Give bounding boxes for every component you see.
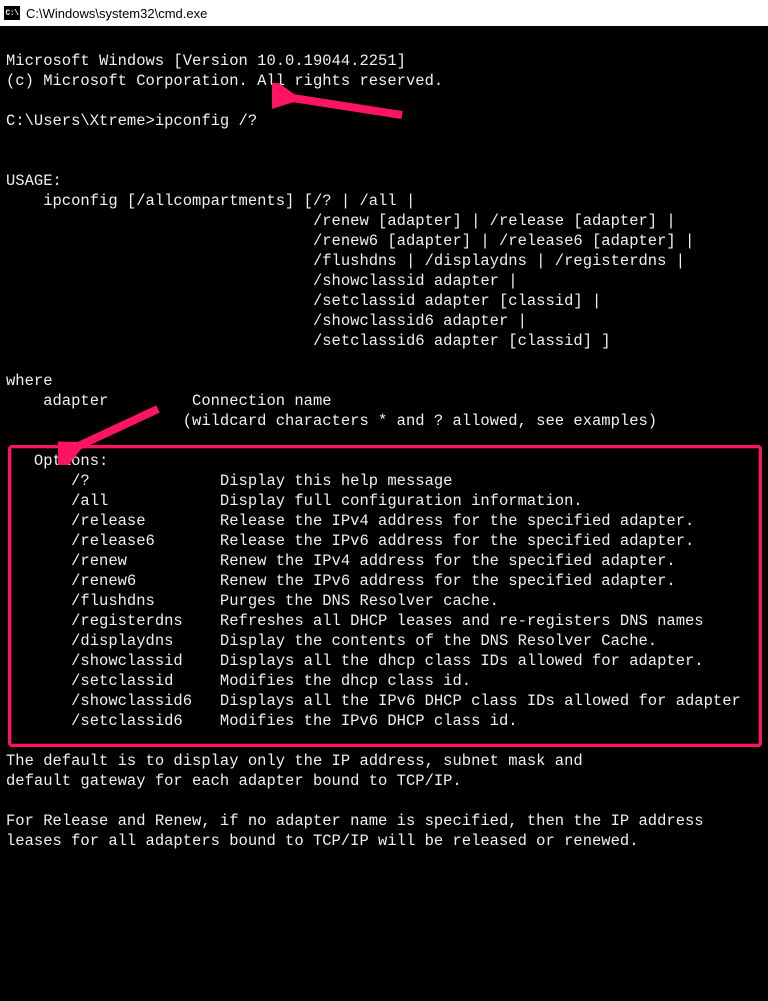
prompt-line: C:\Users\Xtreme>ipconfig /? xyxy=(6,112,257,130)
usage-line: /showclassid6 adapter | xyxy=(6,312,527,330)
annotation-arrow-icon xyxy=(272,83,412,133)
options-label: Options: xyxy=(6,452,108,470)
footer-line: The default is to display only the IP ad… xyxy=(6,752,583,770)
where-line: (wildcard characters * and ? allowed, se… xyxy=(6,412,657,430)
where-line: adapter Connection name xyxy=(6,392,332,410)
version-line: Microsoft Windows [Version 10.0.19044.22… xyxy=(6,52,406,70)
window-titlebar: C:\ C:\Windows\system32\cmd.exe xyxy=(0,0,768,27)
usage-line: /renew [adapter] | /release [adapter] | xyxy=(6,212,676,230)
where-label: where xyxy=(6,372,53,390)
footer-line: leases for all adapters bound to TCP/IP … xyxy=(6,832,639,850)
options-list: /? Display this help message /all Displa… xyxy=(6,472,741,730)
usage-line: /renew6 [adapter] | /release6 [adapter] … xyxy=(6,232,694,250)
usage-line: /showclassid adapter | xyxy=(6,272,518,290)
usage-line: /flushdns | /displaydns | /registerdns | xyxy=(6,252,685,270)
usage-line: /setclassid adapter [classid] | xyxy=(6,292,601,310)
usage-label: USAGE: xyxy=(6,172,62,190)
usage-line: /setclassid6 adapter [classid] ] xyxy=(6,332,611,350)
usage-line: ipconfig [/allcompartments] [/? | /all | xyxy=(6,192,415,210)
console-output[interactable]: Microsoft Windows [Version 10.0.19044.22… xyxy=(0,27,768,1001)
footer-line: default gateway for each adapter bound t… xyxy=(6,772,462,790)
copyright-line: (c) Microsoft Corporation. All rights re… xyxy=(6,72,443,90)
window-title: C:\Windows\system32\cmd.exe xyxy=(26,6,207,21)
footer-line: For Release and Renew, if no adapter nam… xyxy=(6,812,704,830)
cmd-icon: C:\ xyxy=(4,6,20,20)
